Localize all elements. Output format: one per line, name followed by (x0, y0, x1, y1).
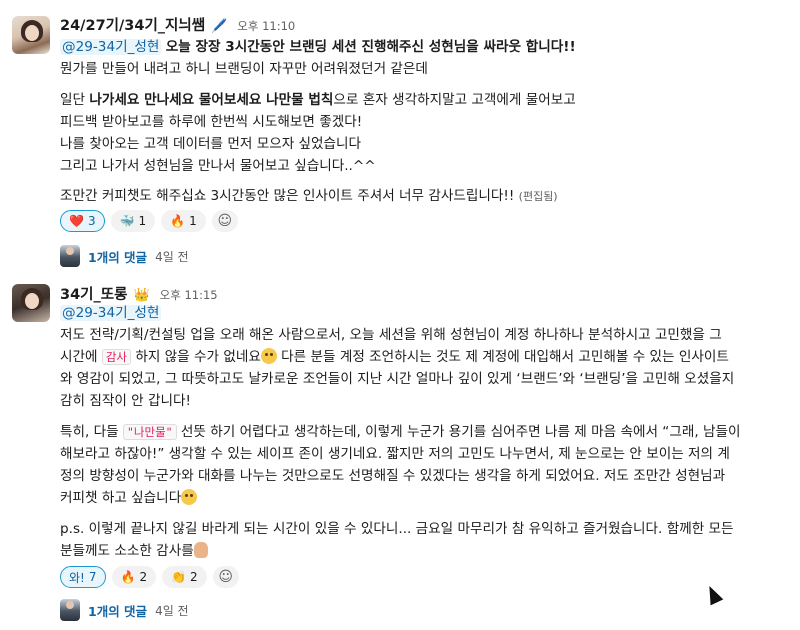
text: 시간에 (60, 349, 102, 365)
reaction-whale[interactable]: 🐳 1 (110, 210, 156, 232)
smile-emoji (181, 489, 198, 505)
message-line: 커피챗 하고 싶습니다 (60, 487, 198, 509)
text: 하지 않을 수가 없네요 (131, 349, 261, 365)
message-header: 24/27기/34기_지늬쌤 🖊️ 오후 11:10 (60, 14, 295, 34)
text: 커피챗 하고 싶습니다 (60, 490, 182, 506)
reaction-clap[interactable]: 👏 2 (162, 566, 207, 588)
reaction-fire[interactable]: 🔥 1 (161, 210, 206, 232)
reaction-count: 7 (88, 570, 97, 584)
last-reply-time: 4일 전 (155, 249, 189, 264)
message-line: 뭔가를 만들어 내려고 하니 브랜딩이 자꾸만 어려워졌던거 같은데 (60, 61, 428, 77)
text: 으로 혼자 생각하지말고 고객에게 물어보고 (333, 92, 576, 108)
inline-code: 감사 (101, 349, 132, 365)
add-reaction-button[interactable]: ☺ (211, 210, 238, 232)
text: 선뜻 하기 어렵다고 생각하는데, 이렇게 누군가 용기를 심어주면 나름 제 … (176, 424, 741, 440)
author-name[interactable]: 24/27기/34기_지늬쌤 (60, 14, 205, 35)
timestamp[interactable]: 오후 11:10 (237, 18, 295, 34)
message-line: 저도 전략/기획/컨설팅 업을 오래 해온 사람으로서, 오늘 세션을 위해 성… (60, 327, 722, 343)
author-name[interactable]: 34기_또롱 (60, 283, 127, 304)
message-line: 분들께도 소소한 감사를 (60, 540, 208, 562)
reaction-count: 1 (138, 214, 147, 228)
mouse-cursor (703, 583, 724, 606)
last-reply-time: 4일 전 (155, 603, 189, 618)
thread-avatar (60, 245, 80, 267)
reaction-bar: 와! 7 🔥 2 👏 2 ☺ (60, 566, 239, 588)
pray-emoji (193, 542, 208, 558)
message-line: @29-34기_성현 오늘 장장 3시간동안 브랜딩 세션 진행해주신 성현님을… (60, 36, 576, 58)
heart-icon: ❤️ (69, 214, 84, 228)
reaction-wow[interactable]: 와! 7 (60, 566, 106, 588)
thread-summary[interactable]: 1개의 댓글 4일 전 (60, 598, 189, 622)
thread-avatar (60, 599, 80, 621)
reaction-bar: ❤️ 3 🐳 1 🔥 1 ☺ (60, 210, 238, 232)
reaction-fire[interactable]: 🔥 2 (111, 566, 157, 588)
message-line: 감히 짐작이 안 갑니다! (60, 393, 191, 409)
bold-text: 나가세요 만나세요 물어보세요 나만물 법칙 (89, 92, 334, 108)
pencil-icon: 🖊️ (211, 19, 228, 34)
text: 일단 (60, 92, 90, 108)
message-line: 나를 찾아오는 고객 데이터를 먼저 모으자 싶었습니다 (60, 136, 362, 152)
message-line: 와 영감이 되었고, 그 따뜻하고도 날카로운 조언들이 지난 시간 얼마나 깊… (60, 371, 735, 387)
thread-summary[interactable]: 1개의 댓글 4일 전 (60, 244, 189, 268)
inline-code: "나만물" (123, 424, 177, 440)
message-line: @29-34기_성현 (60, 302, 162, 324)
reaction-count: 1 (189, 214, 197, 228)
message-line: 시간에 감사 하지 않을 수가 없네요 다른 분들 계정 조언하시는 것도 제 … (60, 346, 729, 368)
message-line: 일단 나가세요 만나세요 물어보세요 나만물 법칙으로 혼자 생각하지말고 고객… (60, 89, 576, 111)
user-mention[interactable]: @29-34기_성현 (60, 39, 162, 55)
message-line: 피드백 받아보고를 하루에 한번씩 시도해보면 좋겠다! (60, 114, 363, 130)
text: 조만간 커피챗도 해주십쇼 3시간동안 많은 인사이트 주셔서 너무 감사드립니… (60, 188, 515, 204)
text: 다른 분들 계정 조언하시는 것도 제 계정에 대입해서 고민해볼 수 있는 인… (276, 349, 729, 365)
message-line: p.s. 이렇게 끝나지 않길 바라게 되는 시간이 있을 수 있다니... 금… (60, 521, 734, 537)
message-line: 조만간 커피챗도 해주십쇼 3시간동안 많은 인사이트 주셔서 너무 감사드립니… (60, 185, 558, 208)
user-mention[interactable]: @29-34기_성현 (60, 305, 162, 321)
clap-icon: 👏 (171, 570, 187, 584)
reaction-count: 2 (139, 570, 148, 584)
avatar-face (25, 293, 39, 309)
message-line: 특히, 다들 "나만물" 선뜻 하기 어렵다고 생각하는데, 이렇게 누군가 용… (60, 421, 741, 443)
message-line: 정의 방향성이 누군가와 대화를 나누는 것만으로도 선명해질 수 있겠다는 생… (60, 468, 726, 484)
add-reaction-button[interactable]: ☺ (212, 566, 239, 588)
fire-icon: 🔥 (120, 570, 136, 584)
text: 분들께도 소소한 감사를 (60, 543, 194, 559)
text: 특히, 다들 (60, 424, 123, 440)
message-line: 해보라고 하잖아!” 생각할 수 있는 세이프 존이 생기네요. 짧지만 저의 … (60, 446, 730, 462)
reaction-heart[interactable]: ❤️ 3 (60, 210, 105, 232)
reaction-count: 3 (87, 214, 96, 228)
fire-icon: 🔥 (170, 214, 186, 228)
bold-text: 오늘 장장 3시간동안 브랜딩 세션 진행해주신 성현님을 싸라웃 합니다!! (165, 39, 576, 55)
reaction-count: 2 (190, 570, 198, 584)
timestamp[interactable]: 오후 11:15 (160, 287, 218, 303)
crown-icon: 👑 (133, 288, 150, 303)
reply-count-link[interactable]: 1개의 댓글 (88, 601, 147, 620)
avatar[interactable] (12, 16, 50, 54)
reply-count-link[interactable]: 1개의 댓글 (88, 247, 147, 266)
avatar-face (25, 25, 39, 41)
avatar[interactable] (12, 284, 50, 322)
message-header: 34기_또롱 👑 오후 11:15 (60, 283, 218, 303)
whale-icon: 🐳 (119, 214, 135, 228)
add-reaction-icon: ☺ (218, 569, 233, 585)
wow-icon: 와! (69, 570, 85, 585)
edited-label: (편집됨) (518, 190, 558, 203)
sweat-smile-emoji (260, 348, 277, 364)
message-line: 그리고 나가서 성현님을 만나서 물어보고 싶습니다..^^ (60, 158, 376, 174)
add-reaction-icon: ☺ (217, 213, 233, 229)
